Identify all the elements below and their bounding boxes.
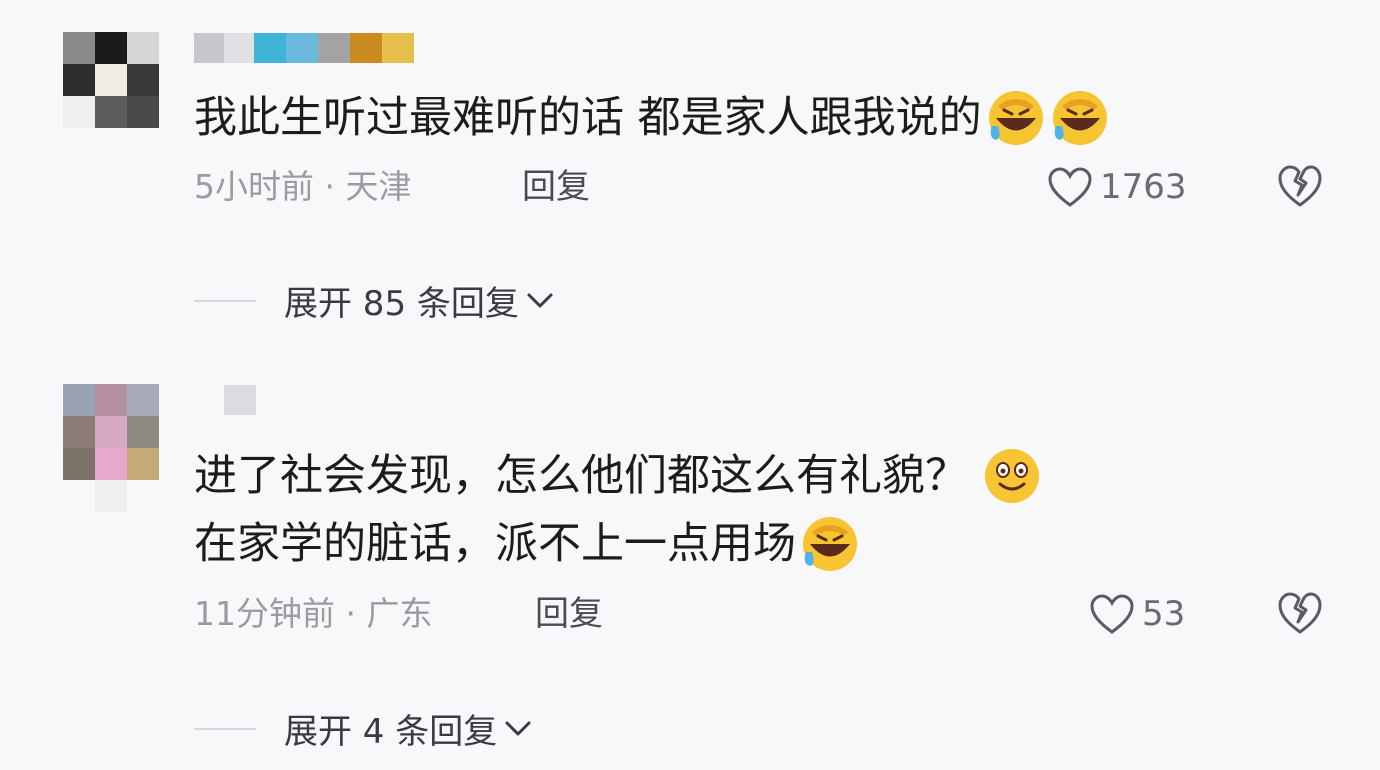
heart-outline-icon bbox=[1048, 167, 1092, 207]
expand-replies-label[interactable]: 展开 4 条回复 bbox=[284, 704, 497, 753]
comment-text-line: 我此生听过最难听的话 都是家人跟我说的 bbox=[194, 93, 982, 143]
divider bbox=[194, 727, 256, 730]
dislike-button[interactable] bbox=[1276, 590, 1324, 640]
like-count: 53 bbox=[1142, 594, 1186, 634]
comment-text: 我此生听过最难听的话 都是家人跟我说的 bbox=[194, 88, 1110, 148]
expand-replies-label[interactable]: 展开 85 条回复 bbox=[284, 276, 519, 325]
comment-text-line: 进了社会发现，怎么他们都这么有礼貌？ bbox=[194, 451, 968, 501]
reply-button[interactable]: 回复 bbox=[522, 165, 590, 209]
comment-meta: 11分钟前 · 广东 bbox=[194, 594, 433, 633]
avatar[interactable] bbox=[63, 32, 159, 160]
dislike-button[interactable] bbox=[1276, 163, 1324, 213]
comment-text: 进了社会发现，怎么他们都这么有礼貌？ bbox=[194, 446, 1042, 506]
heart-outline-icon bbox=[1090, 594, 1134, 634]
laughing-crying-emoji-icon bbox=[1052, 91, 1107, 145]
laughing-crying-emoji-icon bbox=[988, 91, 1043, 145]
reply-button[interactable]: 回复 bbox=[535, 592, 603, 636]
comment-meta: 5小时前 · 天津 bbox=[194, 167, 412, 206]
avatar[interactable] bbox=[63, 384, 159, 512]
like-count: 1763 bbox=[1100, 167, 1187, 207]
laughing-crying-emoji-icon bbox=[803, 517, 857, 571]
chevron-down-icon[interactable] bbox=[525, 289, 555, 313]
expand-replies[interactable]: 展开 85 条回复 bbox=[194, 276, 555, 325]
broken-heart-icon bbox=[1278, 592, 1322, 634]
like-button[interactable]: 1763 bbox=[1046, 165, 1187, 209]
divider bbox=[194, 299, 256, 302]
comment-text-line: 在家学的脏话，派不上一点用场 bbox=[194, 519, 796, 569]
expand-replies[interactable]: 展开 4 条回复 bbox=[194, 704, 533, 753]
smile-emoji-icon bbox=[985, 449, 1039, 503]
chevron-down-icon[interactable] bbox=[503, 717, 533, 741]
broken-heart-icon bbox=[1278, 165, 1322, 207]
like-button[interactable]: 53 bbox=[1088, 592, 1185, 636]
comment-text: 在家学的脏话，派不上一点用场 bbox=[194, 514, 860, 574]
